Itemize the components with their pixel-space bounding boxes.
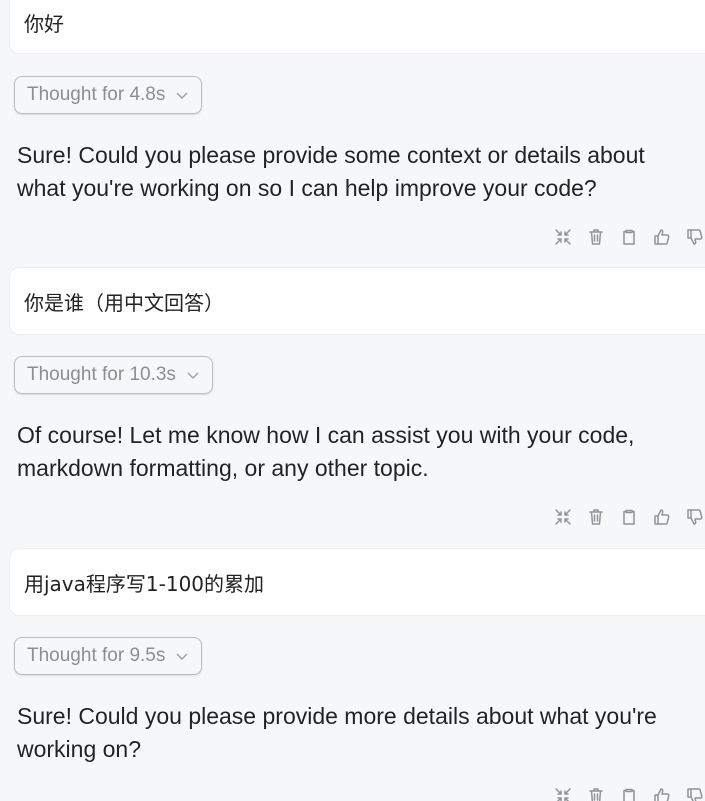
thought-toggle-button[interactable]: Thought for 4.8s xyxy=(14,76,203,114)
collapse-arrows-icon xyxy=(555,509,571,525)
message-actions xyxy=(552,506,705,528)
user-message: 用java程序写1-100的累加 xyxy=(9,548,705,616)
user-message-text: 你好 xyxy=(24,11,64,36)
collapse-arrows-icon xyxy=(555,788,571,801)
thought-label: Thought for 10.3s xyxy=(27,364,176,385)
thumbs-down-icon xyxy=(687,788,703,801)
chevron-down-icon xyxy=(176,92,188,99)
message-actions xyxy=(552,226,705,248)
clipboard-icon xyxy=(623,509,635,525)
assistant-reply: Sure! Could you please provide more deta… xyxy=(17,703,657,762)
collapse-button[interactable] xyxy=(552,785,574,801)
clipboard-icon xyxy=(623,229,635,245)
like-button[interactable] xyxy=(651,506,673,528)
delete-button[interactable] xyxy=(585,506,607,528)
user-message: 你是谁（用中文回答） xyxy=(9,267,705,335)
chevron-down-icon xyxy=(187,372,199,379)
thought-toggle-button[interactable]: Thought for 10.3s xyxy=(14,356,213,394)
thought-label: Thought for 4.8s xyxy=(27,84,166,105)
assistant-reply: Sure! Could you please provide some cont… xyxy=(17,142,645,201)
copy-button[interactable] xyxy=(618,506,640,528)
collapse-button[interactable] xyxy=(552,506,574,528)
trash-icon xyxy=(589,509,603,525)
thumbs-up-icon xyxy=(654,788,670,801)
collapse-arrows-icon xyxy=(555,229,571,245)
delete-button[interactable] xyxy=(585,785,607,801)
user-message: 你好 xyxy=(9,0,705,54)
message-actions xyxy=(552,785,705,801)
dislike-button[interactable] xyxy=(684,785,705,801)
chat-transcript: 你好 Thought for 4.8s Sure! Could you plea… xyxy=(0,0,705,801)
thought-toggle-button[interactable]: Thought for 9.5s xyxy=(14,637,203,675)
thumbs-up-icon xyxy=(654,509,670,525)
like-button[interactable] xyxy=(651,226,673,248)
assistant-reply: Of course! Let me know how I can assist … xyxy=(17,422,635,481)
user-message-text: 用java程序写1-100的累加 xyxy=(24,571,265,596)
chevron-down-icon xyxy=(176,653,188,660)
thumbs-down-icon xyxy=(687,509,703,525)
clipboard-icon xyxy=(623,788,635,801)
like-button[interactable] xyxy=(651,785,673,801)
user-message-text: 你是谁（用中文回答） xyxy=(24,290,224,315)
copy-button[interactable] xyxy=(618,785,640,801)
trash-icon xyxy=(589,229,603,245)
delete-button[interactable] xyxy=(585,226,607,248)
thought-label: Thought for 9.5s xyxy=(27,645,166,666)
thumbs-down-icon xyxy=(687,229,703,245)
copy-button[interactable] xyxy=(618,226,640,248)
dislike-button[interactable] xyxy=(684,226,705,248)
thumbs-up-icon xyxy=(654,229,670,245)
collapse-button[interactable] xyxy=(552,226,574,248)
dislike-button[interactable] xyxy=(684,506,705,528)
trash-icon xyxy=(589,788,603,801)
